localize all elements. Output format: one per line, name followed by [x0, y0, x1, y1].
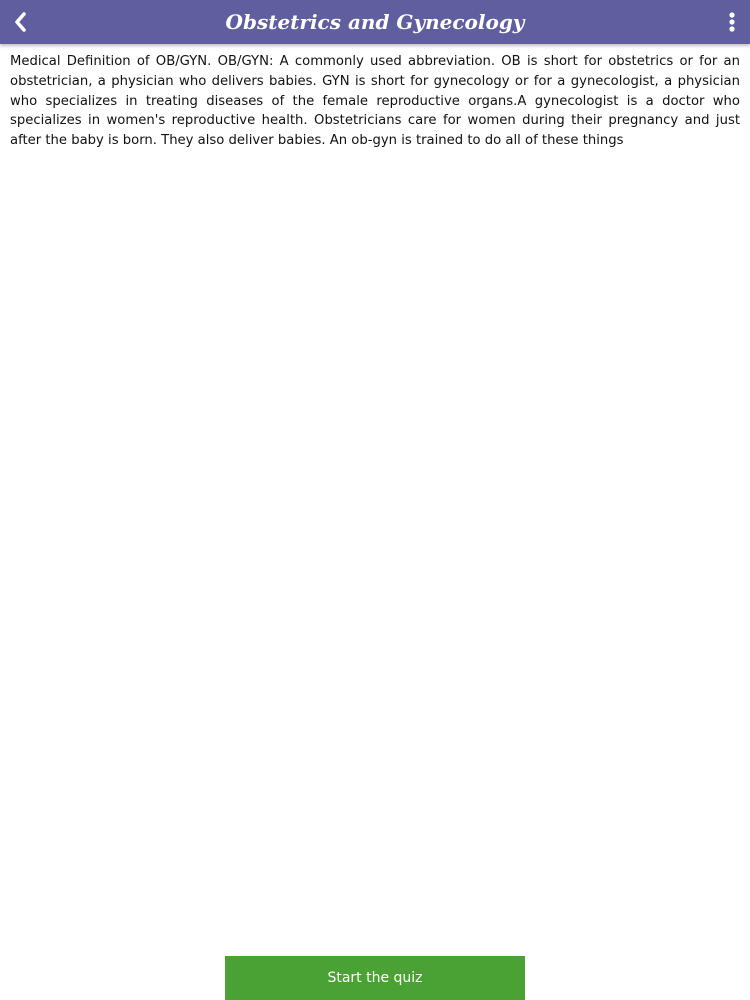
overflow-menu-button[interactable]: [714, 0, 750, 44]
chevron-left-icon: [15, 12, 26, 32]
app-bar: Obstetrics and Gynecology: [0, 0, 750, 44]
definition-text: Medical Definition of OB/GYN. OB/GYN: A …: [10, 54, 740, 149]
more-vertical-icon: [729, 12, 735, 32]
page-title: Obstetrics and Gynecology: [225, 10, 525, 34]
back-button[interactable]: [0, 0, 40, 44]
start-quiz-button[interactable]: Start the quiz: [225, 956, 525, 1000]
